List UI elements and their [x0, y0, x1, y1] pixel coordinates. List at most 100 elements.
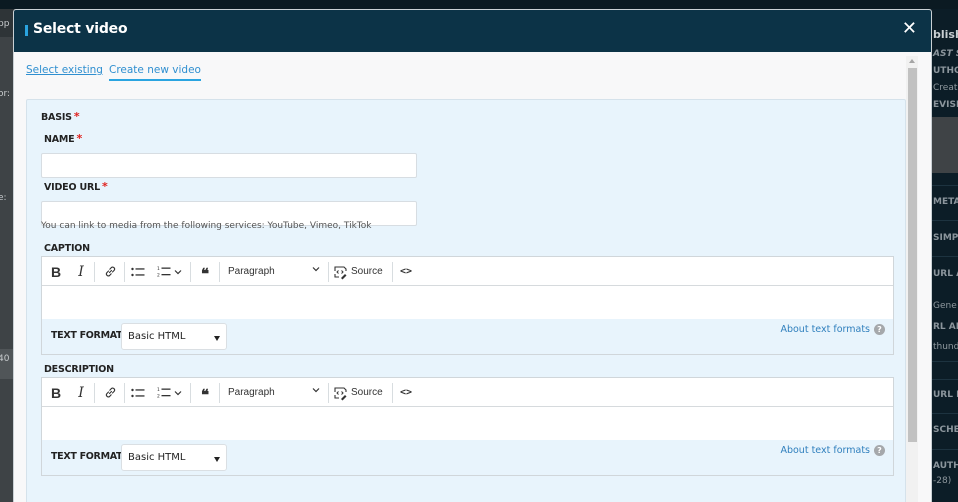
scrollbar-thumb[interactable]: [908, 68, 917, 442]
text-format-value: Basic HTML: [128, 331, 186, 342]
caption-label: CAPTION: [44, 243, 90, 254]
source-button[interactable]: Source: [332, 257, 388, 286]
background-right-sidebar: blish AST SA UTHOR Creat EVISIO META SIM…: [931, 9, 958, 502]
caption-text-format-row: TEXT FORMAT Basic HTML About text format…: [41, 319, 894, 355]
source-icon: [334, 386, 347, 400]
source-label: Source: [351, 266, 383, 277]
description-text-format-select[interactable]: Basic HTML: [121, 444, 227, 471]
caret-down-icon: [214, 336, 220, 341]
link-icon[interactable]: [102, 257, 118, 286]
description-text-area[interactable]: [42, 407, 893, 440]
bulleted-list-icon[interactable]: [130, 257, 146, 286]
help-icon: ?: [874, 445, 885, 456]
toolbar-divider: [190, 383, 191, 403]
block-quote-button[interactable]: ❝: [197, 257, 213, 286]
heading-select[interactable]: Paragraph: [222, 257, 324, 286]
text-format-label: TEXT FORMAT: [51, 330, 123, 341]
background-grey-block: [931, 117, 958, 173]
bulleted-list-icon[interactable]: [130, 378, 146, 407]
svg-text:1: 1: [157, 387, 160, 393]
chevron-down-icon: [312, 388, 320, 393]
background-text: thunde: [933, 342, 958, 352]
dialog-title: Select video: [33, 21, 128, 37]
caption-text-format-select[interactable]: Basic HTML: [121, 323, 227, 350]
toolbar-divider: [94, 383, 95, 403]
toolbar-divider: [219, 262, 220, 282]
background-left-page: pp or: e: 40: [0, 9, 14, 502]
background-text: pp: [0, 19, 10, 29]
background-text: AUTH: [933, 461, 958, 471]
name-label-text: NAME: [44, 134, 75, 145]
code-button[interactable]: <>: [398, 378, 414, 407]
caption-editor: B I 12 ❝ Paragraph Source <>: [41, 256, 894, 320]
heading-select[interactable]: Paragraph: [222, 378, 324, 407]
heading-select-value: Paragraph: [228, 387, 275, 398]
description-editor: B I 12 ❝ Paragraph Source <>: [41, 377, 894, 441]
toolbar-divider: [219, 383, 220, 403]
toolbar-divider: [328, 383, 329, 403]
required-marker: *: [73, 110, 80, 123]
numbered-list-icon[interactable]: 12: [156, 257, 172, 286]
name-input[interactable]: [41, 153, 417, 178]
background-text: SCHE: [933, 425, 958, 435]
bold-button[interactable]: B: [48, 257, 64, 286]
background-text: META: [933, 197, 958, 207]
numbered-list-dropdown-chevron-icon[interactable]: [173, 257, 183, 286]
text-format-label: TEXT FORMAT: [51, 451, 123, 462]
background-text: 40: [0, 354, 10, 364]
background-text: e:: [0, 193, 7, 203]
caption-text-area[interactable]: [42, 286, 893, 319]
about-text-formats-link[interactable]: About text formats ?: [780, 324, 885, 335]
about-text-formats-text: About text formats: [780, 324, 870, 335]
text-format-value: Basic HTML: [128, 452, 186, 463]
toolbar-divider: [328, 262, 329, 282]
basis-legend-text: BASIS: [41, 112, 72, 123]
italic-button[interactable]: I: [74, 378, 88, 407]
required-marker: *: [76, 132, 83, 145]
about-text-formats-link[interactable]: About text formats ?: [780, 445, 885, 456]
source-icon: [334, 265, 347, 279]
video-url-label-text: VIDEO URL: [44, 182, 100, 193]
video-url-help-text: You can link to media from the following…: [41, 221, 372, 231]
numbered-list-icon[interactable]: 12: [156, 378, 172, 407]
svg-text:1: 1: [157, 266, 160, 272]
background-text: UTHOR: [933, 66, 958, 76]
background-text: URL A: [933, 269, 958, 279]
video-url-label: VIDEO URL *: [44, 180, 108, 193]
toolbar-divider: [392, 383, 393, 403]
italic-button[interactable]: I: [74, 257, 88, 286]
source-label: Source: [351, 387, 383, 398]
background-text: RL ALIA: [933, 322, 958, 332]
numbered-list-dropdown-chevron-icon[interactable]: [173, 378, 183, 407]
scroll-up-arrow-icon[interactable]: [909, 59, 915, 63]
chevron-down-icon: [312, 267, 320, 272]
background-topbar: [0, 0, 958, 9]
basis-fieldset: BASIS * NAME * VIDEO URL * You can link to …: [26, 99, 906, 502]
dialog-scrollbar[interactable]: [906, 56, 918, 502]
name-label: NAME *: [44, 132, 82, 145]
required-marker: *: [101, 180, 108, 193]
close-icon[interactable]: ✕: [902, 19, 917, 39]
background-text: SIMPL: [933, 233, 958, 243]
heading-select-value: Paragraph: [228, 266, 275, 277]
caption-editor-toolbar: B I 12 ❝ Paragraph Source <>: [42, 257, 893, 286]
background-text: Gene: [933, 301, 957, 311]
link-icon[interactable]: [102, 378, 118, 407]
background-text: EVISIO: [933, 100, 958, 110]
block-quote-button[interactable]: ❝: [197, 378, 213, 407]
title-accent-bar: [25, 25, 28, 36]
bold-button[interactable]: B: [48, 378, 64, 407]
background-text: or:: [0, 89, 11, 99]
tab-create-new-video[interactable]: Create new video: [109, 64, 201, 81]
code-button[interactable]: <>: [398, 257, 414, 286]
select-video-dialog: Select video ✕ Select existing Create ne…: [13, 9, 932, 502]
background-text: -28): [933, 476, 952, 486]
toolbar-divider: [190, 262, 191, 282]
description-editor-toolbar: B I 12 ❝ Paragraph Source <>: [42, 378, 893, 407]
caret-down-icon: [214, 457, 220, 462]
toolbar-divider: [124, 383, 125, 403]
background-text: AST SA: [933, 49, 958, 59]
description-text-format-row: TEXT FORMAT Basic HTML About text format…: [41, 440, 894, 476]
tab-select-existing[interactable]: Select existing: [26, 64, 103, 76]
source-button[interactable]: Source: [332, 378, 388, 407]
